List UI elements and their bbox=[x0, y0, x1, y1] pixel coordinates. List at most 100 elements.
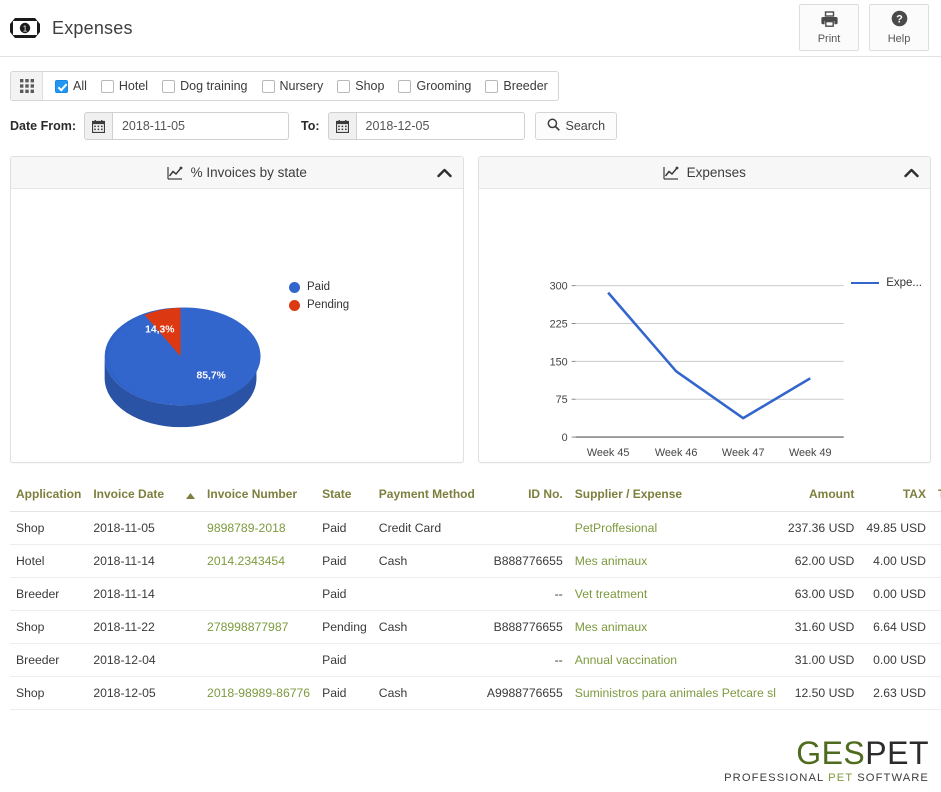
grid-icon[interactable] bbox=[11, 72, 43, 100]
cell-application: Shop bbox=[10, 610, 88, 644]
column-header-amount[interactable]: Amount bbox=[781, 481, 861, 512]
cell-payment-method bbox=[372, 643, 481, 677]
invoices-by-state-panel: % Invoices by state 14,3% 85,7% Paid Pen… bbox=[10, 156, 464, 463]
checkbox-all-box[interactable] bbox=[55, 79, 68, 93]
cell-payment-method bbox=[372, 577, 481, 611]
svg-text:150: 150 bbox=[549, 356, 567, 368]
table-row[interactable]: Breeder 2018-12-04 Paid -- Annual vaccin… bbox=[10, 643, 941, 677]
print-button[interactable]: Print bbox=[799, 4, 859, 51]
cell-total: 38.24 USD bbox=[931, 610, 941, 644]
expenses-line-chart: 300 225 150 75 0 Week 45 Week 46 Week 47… bbox=[549, 281, 844, 459]
expenses-table: Application Invoice Date Invoice Number … bbox=[10, 481, 941, 710]
column-header-application[interactable]: Application bbox=[10, 481, 88, 512]
checkbox-dog-training-box[interactable] bbox=[162, 79, 176, 93]
pie-chart: 14,3% 85,7% bbox=[11, 189, 463, 462]
column-header-invoice-number[interactable]: Invoice Number bbox=[201, 481, 317, 512]
invoices-by-state-panel-header: % Invoices by state bbox=[11, 157, 463, 189]
chevron-up-icon-line[interactable] bbox=[904, 166, 919, 181]
column-header-id-no[interactable]: ID No. bbox=[480, 481, 569, 512]
cell-tax: 4.00 USD bbox=[860, 544, 932, 578]
cell-invoice-number[interactable]: 9898789-2018 bbox=[201, 511, 317, 545]
pie-slice-label-pending: 14,3% bbox=[145, 324, 174, 335]
svg-text:Week 45: Week 45 bbox=[586, 447, 629, 459]
pie-legend-item-pending[interactable]: Pending bbox=[289, 299, 349, 311]
pie-legend: Paid Pending bbox=[289, 281, 349, 317]
expenses-chart-panel-body: 300 225 150 75 0 Week 45 Week 46 Week 47… bbox=[479, 189, 931, 462]
checkbox-hotel[interactable]: Hotel bbox=[100, 79, 148, 93]
table-row[interactable]: Shop 2018-11-05 9898789-2018 Paid Credit… bbox=[10, 511, 941, 545]
cell-invoice-number[interactable]: 278998877987 bbox=[201, 610, 317, 644]
cell-supplier[interactable]: Annual vaccination bbox=[568, 643, 782, 677]
checkbox-nursery-box[interactable] bbox=[261, 79, 275, 93]
column-header-invoice-date-label: Invoice Date bbox=[93, 487, 165, 501]
checkbox-all-label: All bbox=[73, 79, 87, 93]
filter-area: All Hotel Dog training Nursery Shop Groo… bbox=[0, 57, 941, 140]
checkbox-shop[interactable]: Shop bbox=[337, 79, 384, 93]
question-circle-icon: ? bbox=[891, 10, 908, 30]
table-row[interactable]: Shop 2018-12-05 2018-98989-86776 Paid Ca… bbox=[10, 676, 941, 710]
sort-ascending-icon[interactable] bbox=[186, 488, 196, 502]
column-header-tax[interactable]: TAX bbox=[860, 481, 932, 512]
cell-invoice-date: 2018-12-04 bbox=[87, 643, 202, 677]
search-button[interactable]: Search bbox=[534, 112, 618, 140]
cell-id-no: -- bbox=[480, 577, 569, 611]
cell-supplier[interactable]: PetProffesional bbox=[568, 511, 782, 545]
cell-amount: 31.00 USD bbox=[781, 643, 861, 677]
checkbox-hotel-box[interactable] bbox=[100, 79, 114, 93]
cell-payment-method: Cash bbox=[372, 610, 481, 644]
column-header-state[interactable]: State bbox=[316, 481, 373, 512]
checkbox-breeder-label: Breeder bbox=[503, 79, 548, 93]
checkbox-grooming-box[interactable] bbox=[398, 79, 412, 93]
table-row[interactable]: Shop 2018-11-22 278998877987 Pending Cas… bbox=[10, 610, 941, 644]
date-from-input[interactable] bbox=[111, 112, 289, 140]
banknote-icon: 1 bbox=[10, 17, 40, 39]
cell-invoice-number[interactable]: 2014.2343454 bbox=[201, 544, 317, 578]
cell-total: 66.00 USD bbox=[931, 544, 941, 578]
checkbox-nursery[interactable]: Nursery bbox=[261, 79, 323, 93]
legend-label-expenses: Expe... bbox=[886, 277, 922, 289]
date-to-input[interactable] bbox=[355, 112, 525, 140]
table-body: Shop 2018-11-05 9898789-2018 Paid Credit… bbox=[10, 511, 941, 710]
pie-slice-label-paid: 85,7% bbox=[196, 370, 225, 381]
search-button-label: Search bbox=[565, 119, 606, 133]
cell-amount: 12.50 USD bbox=[781, 676, 861, 710]
cell-invoice-number[interactable] bbox=[201, 577, 317, 611]
checkbox-breeder-box[interactable] bbox=[485, 79, 499, 93]
expenses-chart-title: Expenses bbox=[686, 165, 746, 180]
column-header-total-amount[interactable]: Total amount bbox=[931, 481, 941, 512]
cell-id-no bbox=[480, 511, 569, 545]
cell-invoice-number[interactable]: 2018-98989-86776 bbox=[201, 676, 317, 710]
cell-supplier[interactable]: Vet treatment bbox=[568, 577, 782, 611]
column-header-invoice-date[interactable]: Invoice Date bbox=[87, 481, 202, 512]
date-from-group bbox=[83, 112, 289, 140]
cell-amount: 31.60 USD bbox=[781, 610, 861, 644]
expenses-table-wrapper: Application Invoice Date Invoice Number … bbox=[0, 463, 941, 710]
cell-invoice-number[interactable] bbox=[201, 643, 317, 677]
cell-supplier[interactable]: Suministros para animales Petcare sl bbox=[568, 676, 782, 710]
checkbox-dog-training[interactable]: Dog training bbox=[162, 79, 248, 93]
checkbox-all[interactable]: All bbox=[55, 79, 87, 93]
expenses-chart-legend[interactable]: Expe... bbox=[851, 277, 922, 289]
checkbox-breeder[interactable]: Breeder bbox=[485, 79, 548, 93]
checkbox-dog-training-label: Dog training bbox=[180, 79, 248, 93]
logo-pet: PET bbox=[865, 734, 929, 771]
expenses-chart-panel-header: Expenses bbox=[478, 157, 930, 189]
checkbox-shop-box[interactable] bbox=[337, 79, 351, 93]
table-row[interactable]: Hotel 2018-11-14 2014.2343454 Paid Cash … bbox=[10, 544, 941, 578]
column-header-payment-method[interactable]: Payment Method bbox=[372, 481, 481, 512]
help-button[interactable]: ? Help bbox=[869, 4, 929, 51]
calendar-icon-from[interactable] bbox=[83, 112, 112, 140]
column-header-supplier-expense[interactable]: Supplier / Expense bbox=[568, 481, 782, 512]
table-row[interactable]: Breeder 2018-11-14 Paid -- Vet treatment… bbox=[10, 577, 941, 611]
cell-tax: 2.63 USD bbox=[860, 676, 932, 710]
cell-supplier[interactable]: Mes animaux bbox=[568, 610, 782, 644]
cell-state: Paid bbox=[316, 676, 373, 710]
checkbox-grooming[interactable]: Grooming bbox=[398, 79, 471, 93]
cell-invoice-date: 2018-11-22 bbox=[87, 610, 202, 644]
calendar-icon-to[interactable] bbox=[327, 112, 356, 140]
checkbox-shop-label: Shop bbox=[355, 79, 385, 93]
cell-supplier[interactable]: Mes animaux bbox=[568, 544, 782, 578]
pie-legend-item-paid[interactable]: Paid bbox=[289, 281, 349, 293]
svg-text:?: ? bbox=[896, 13, 903, 25]
chevron-up-icon-pie[interactable] bbox=[436, 166, 452, 181]
